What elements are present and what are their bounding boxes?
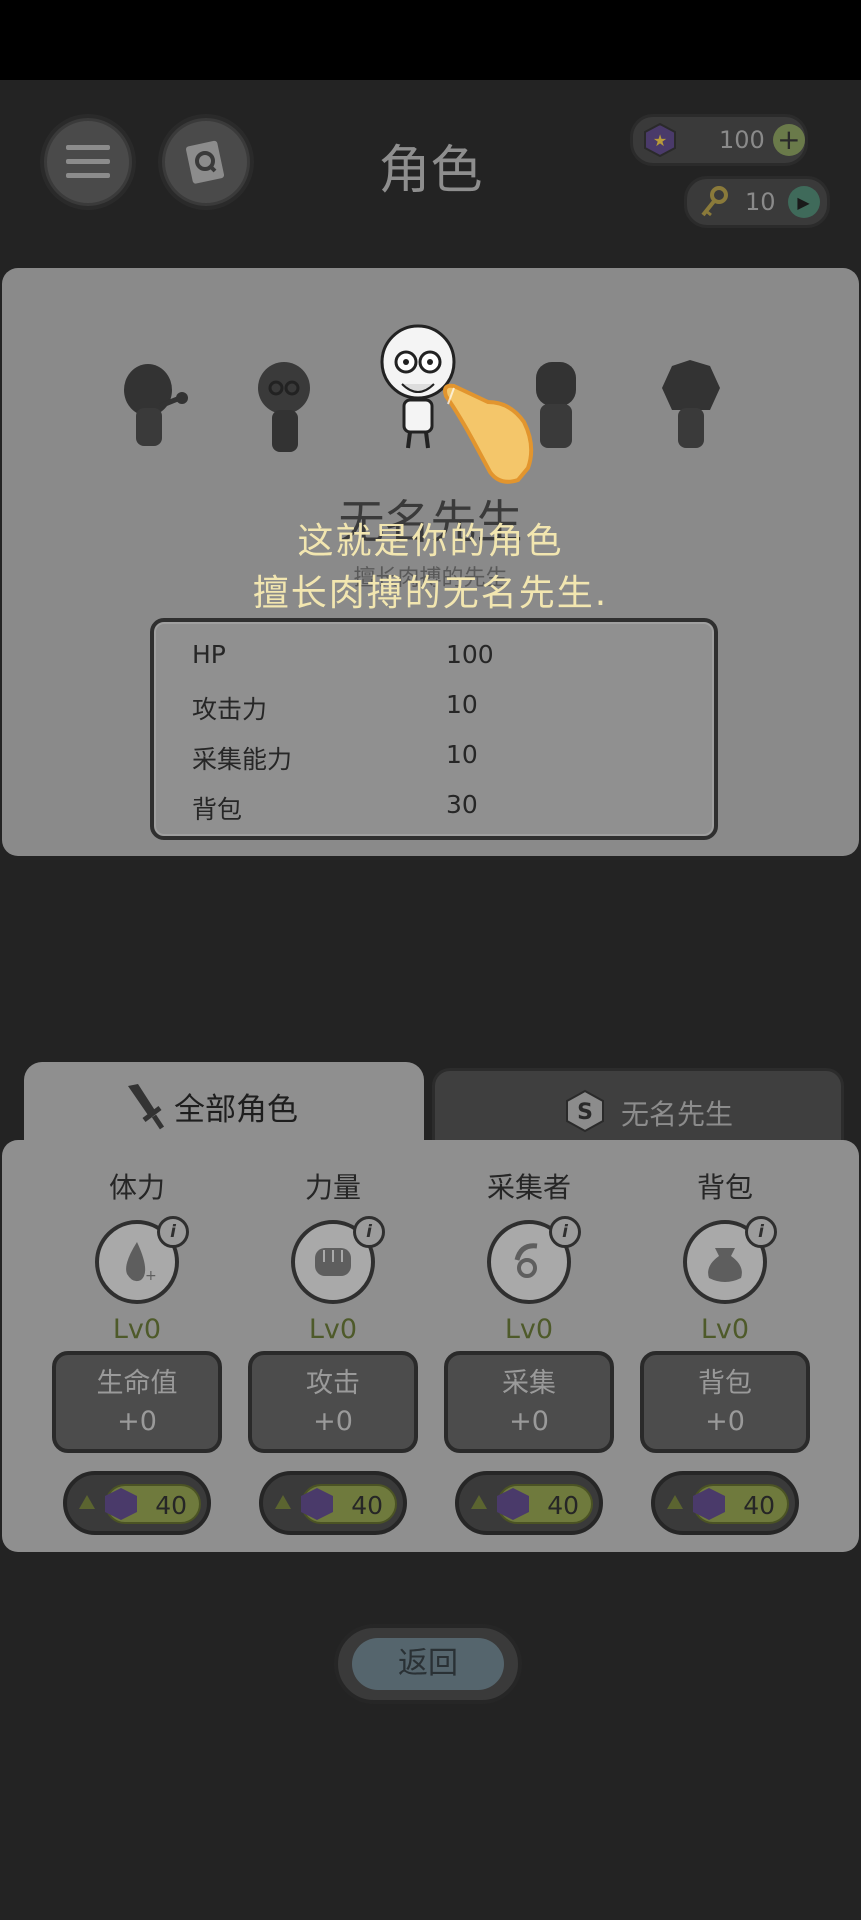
upgrade-level: Lv0 (308, 1314, 358, 1345)
upgrade-cost-button[interactable]: 40 (651, 1471, 799, 1535)
character-figure-2[interactable] (246, 358, 326, 468)
tutorial-text-line2: 擅长肉搏的无名先生. (252, 573, 609, 614)
stat-value: 100 (446, 640, 494, 669)
upgrade-column-gatherer: 采集者 i Lv0 采集 +0 40 (440, 1166, 618, 1535)
info-icon[interactable]: i (353, 1216, 385, 1248)
upgrade-level: Lv0 (504, 1314, 554, 1345)
upgrade-attack-button[interactable]: 攻击 +0 (248, 1351, 418, 1453)
info-icon[interactable]: i (549, 1216, 581, 1248)
cost-amount-box: 40 (105, 1484, 201, 1524)
sword-icon (128, 1084, 164, 1130)
svg-text:★: ★ (653, 131, 667, 150)
upgrade-button-value: +0 (509, 1406, 549, 1437)
stat-label: 攻击力 (192, 695, 268, 724)
key-icon (701, 186, 728, 217)
stat-value: 10 (446, 690, 478, 719)
upgrade-button-title: 采集 (502, 1368, 556, 1399)
upgrade-button-title: 背包 (698, 1368, 752, 1399)
upgrade-label: 力量 (304, 1171, 361, 1204)
svg-text:S: S (577, 1100, 593, 1125)
cost-amount-box: 40 (301, 1484, 397, 1524)
upgrade-cost-button[interactable]: 40 (63, 1471, 211, 1535)
upgrade-label: 体力 (108, 1171, 165, 1204)
svg-text:+: + (145, 1268, 157, 1284)
key-count: 10 (745, 188, 776, 216)
upgrade-cost-button[interactable]: 40 (455, 1471, 603, 1535)
stat-label: HP (192, 640, 226, 669)
upgrade-button-value: +0 (705, 1406, 745, 1437)
cost-value: 40 (155, 1491, 187, 1520)
gem-icon: ★ (644, 123, 676, 157)
stat-value: 10 (446, 740, 478, 769)
cost-amount-box: 40 (693, 1484, 789, 1524)
tutorial-text-line1: 这就是你的角色 (297, 521, 564, 562)
backpack-skill-button[interactable]: i (683, 1216, 777, 1304)
add-gems-button[interactable]: + (772, 124, 805, 156)
upgrade-backpack-button[interactable]: 背包 +0 (640, 1351, 810, 1453)
info-icon[interactable]: i (157, 1216, 189, 1248)
character-figure-1[interactable] (110, 358, 190, 468)
cost-value: 40 (743, 1491, 775, 1520)
gem-count: 100 (719, 126, 765, 154)
arrow-up-icon (667, 1495, 683, 1509)
cost-value: 40 (547, 1491, 579, 1520)
gem-icon (497, 1488, 529, 1520)
back-button[interactable]: 返回 (334, 1624, 522, 1704)
stat-value: 30 (446, 790, 478, 819)
arrow-up-icon (471, 1495, 487, 1509)
upgrade-column-strength: 力量 i Lv0 攻击 +0 40 (244, 1166, 422, 1535)
upgrade-cost-button[interactable]: 40 (259, 1471, 407, 1535)
back-button-label: 返回 (352, 1638, 504, 1690)
upgrade-column-backpack: 背包 i Lv0 背包 +0 40 (636, 1166, 814, 1535)
upgrade-label: 背包 (696, 1171, 753, 1204)
upgrade-level: Lv0 (700, 1314, 750, 1345)
strength-skill-button[interactable]: i (291, 1216, 385, 1304)
cost-amount-box: 40 (497, 1484, 593, 1524)
upgrade-level: Lv0 (112, 1314, 162, 1345)
gem-icon (301, 1488, 333, 1520)
key-counter: 10 ▶ (684, 176, 830, 228)
tutorial-pointer-hand-icon (443, 383, 534, 484)
stat-row-backpack: 背包 30 (192, 790, 672, 826)
tab-all-label: 全部角色 (174, 1092, 298, 1128)
status-bar (0, 0, 861, 80)
watch-ad-button[interactable]: ▶ (787, 186, 820, 218)
info-icon[interactable]: i (745, 1216, 777, 1248)
upgrade-button-value: +0 (117, 1406, 157, 1437)
stat-label: 背包 (192, 795, 243, 824)
gem-icon (693, 1488, 725, 1520)
stamina-skill-button[interactable]: + i (95, 1216, 189, 1304)
upgrade-button-title: 生命值 (96, 1368, 178, 1399)
upgrade-button-value: +0 (313, 1406, 353, 1437)
gatherer-skill-button[interactable]: i (487, 1216, 581, 1304)
gem-counter: ★ 100 + (630, 114, 808, 166)
tab-all-characters[interactable]: 全部角色 (24, 1062, 424, 1170)
character-figure-5[interactable] (652, 358, 732, 468)
tab-current-label: 无名先生 (621, 1098, 734, 1131)
cost-value: 40 (351, 1491, 383, 1520)
upgrade-hp-button[interactable]: 生命值 +0 (52, 1351, 222, 1453)
stat-row-hp: HP 100 (192, 640, 672, 669)
arrow-up-icon (275, 1495, 291, 1509)
shield-s-icon: S (566, 1089, 604, 1133)
upgrade-gather-button[interactable]: 采集 +0 (444, 1351, 614, 1453)
arrow-up-icon (79, 1495, 95, 1509)
upgrade-column-stamina: 体力 + i Lv0 生命值 +0 40 (48, 1166, 226, 1535)
stat-row-attack: 攻击力 10 (192, 690, 672, 726)
upgrade-label: 采集者 (486, 1171, 571, 1204)
stat-label: 采集能力 (192, 745, 293, 774)
upgrade-button-title: 攻击 (306, 1368, 360, 1399)
stats-box: HP 100 攻击力 10 采集能力 10 背包 30 (150, 618, 718, 840)
stat-row-gathering: 采集能力 10 (192, 740, 672, 776)
gem-icon (105, 1488, 137, 1520)
